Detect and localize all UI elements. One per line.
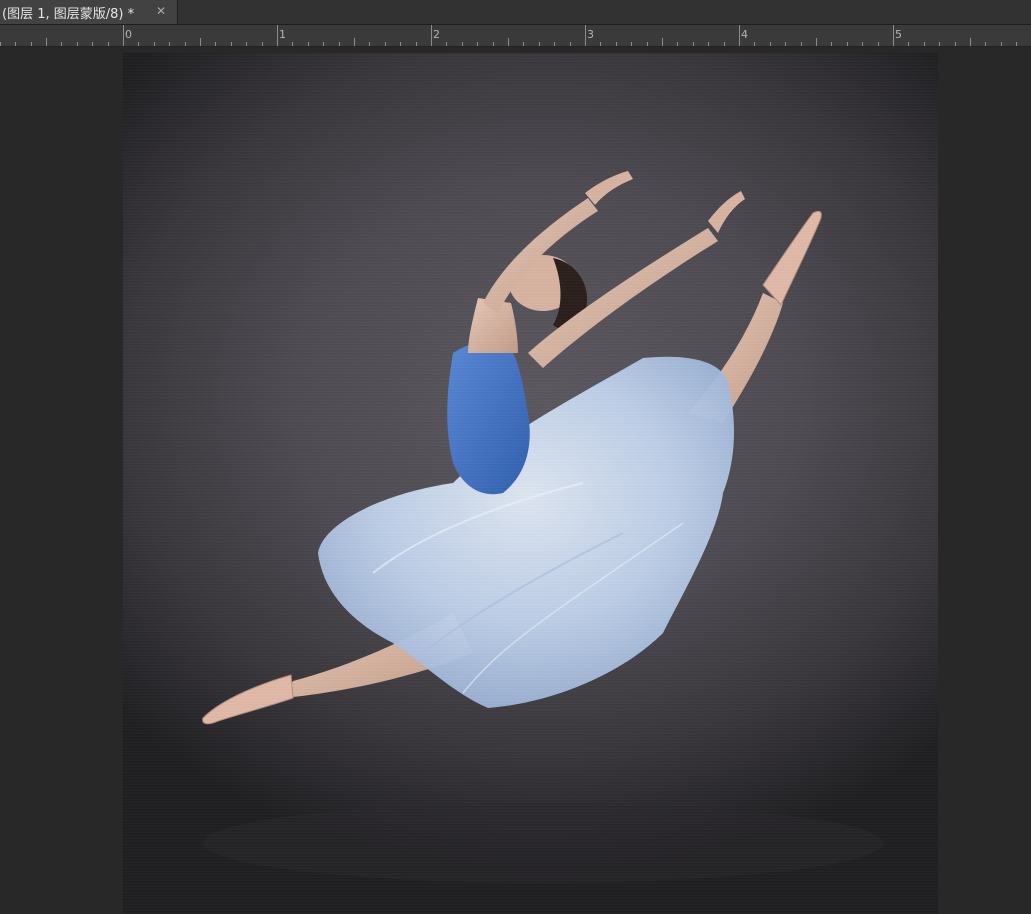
document-tab-title: (图层 1, 图层蒙版/8) * [2,6,135,22]
ruler-label-0: 0 [125,28,132,41]
ruler-ticks [0,25,1017,46]
document-tab[interactable]: (图层 1, 图层蒙版/8) * ✕ [0,0,178,24]
ruler-label-3: 3 [587,28,594,41]
horizontal-ruler[interactable]: 0 1 2 3 4 5 [0,25,1031,47]
ruler-label-2: 2 [433,28,440,41]
close-icon[interactable]: ✕ [155,5,167,17]
editor-window: (图层 1, 图层蒙版/8) * ✕ 0 1 2 3 4 5 [0,0,1031,914]
ballerina-image [202,171,883,883]
ruler-label-1: 1 [279,28,286,41]
image-canvas[interactable] [123,53,938,914]
ruler-label-5: 5 [895,28,902,41]
workspace[interactable] [0,47,1031,914]
ruler-label-4: 4 [741,28,748,41]
document-tab-bar: (图层 1, 图层蒙版/8) * ✕ [0,0,1031,25]
